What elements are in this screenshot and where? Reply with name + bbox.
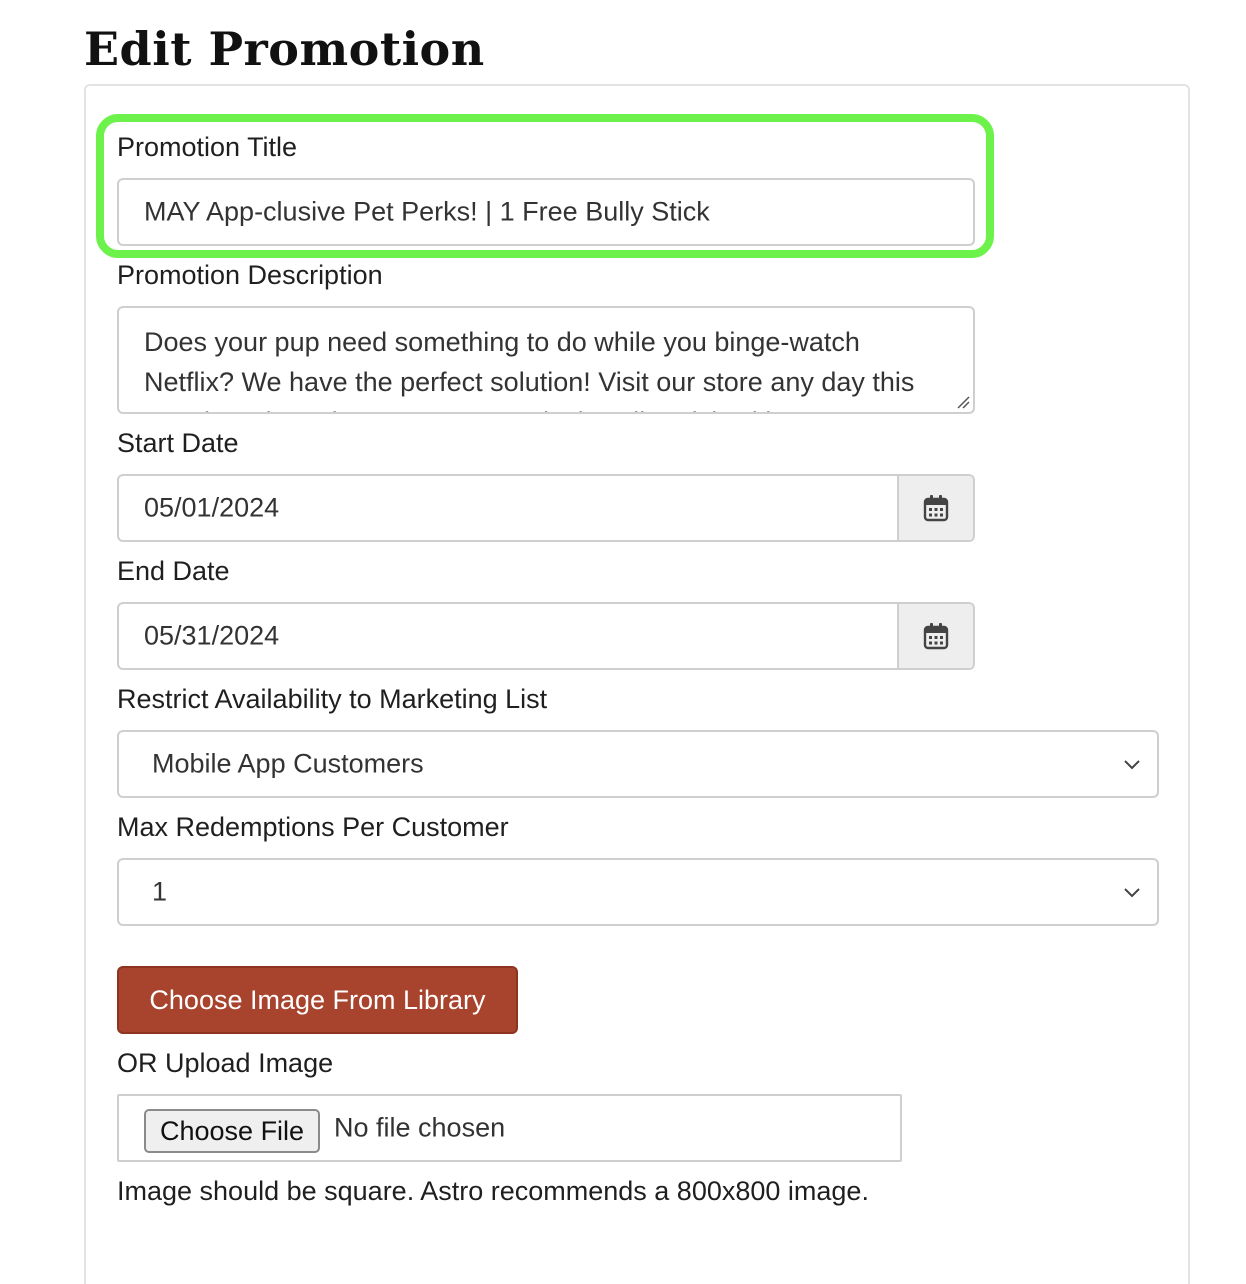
choose-file-button[interactable]: Choose File [144,1109,321,1153]
promotion-description-textarea[interactable]: Does your pup need something to do while… [117,306,975,414]
end-date-input[interactable]: 05/31/2024 [117,602,975,670]
max-redemptions-selected: 1 [152,876,168,907]
resize-grip-icon[interactable] [956,395,970,409]
promotion-title-input[interactable]: MAY App-clusive Pet Perks! | 1 Free Bull… [117,178,975,246]
choose-image-library-button[interactable]: Choose Image From Library [117,966,518,1034]
end-date-label: End Date [117,556,230,586]
calendar-icon [923,623,949,650]
page-title: Edit Promotion [84,22,485,76]
file-upload-input[interactable]: Choose File No file chosen [117,1094,902,1162]
marketing-list-label: Restrict Availability to Marketing List [117,684,548,714]
end-date-value: 05/31/2024 [144,620,280,651]
start-date-value: 05/01/2024 [144,492,280,523]
max-redemptions-select[interactable]: 1 [117,858,1159,926]
file-status-text: No file chosen [334,1112,506,1143]
marketing-list-select[interactable]: Mobile App Customers [117,730,1159,798]
promotion-title-label: Promotion Title [117,132,298,162]
start-date-picker-button[interactable] [897,476,973,540]
start-date-input[interactable]: 05/01/2024 [117,474,975,542]
end-date-picker-button[interactable] [897,604,973,668]
marketing-list-selected: Mobile App Customers [152,748,424,779]
calendar-icon [923,495,949,522]
promotion-description-label: Promotion Description [117,260,383,290]
promotion-title-value: MAY App-clusive Pet Perks! | 1 Free Bull… [144,196,710,227]
promotion-description-value: Does your pup need something to do while… [144,327,915,412]
upload-image-label: OR Upload Image [117,1048,334,1078]
chevron-down-icon [1124,888,1140,898]
image-help-text: Image should be square. Astro recommends… [117,1176,869,1206]
max-redemptions-label: Max Redemptions Per Customer [117,812,509,842]
chevron-down-icon [1124,760,1140,770]
start-date-label: Start Date [117,428,239,458]
